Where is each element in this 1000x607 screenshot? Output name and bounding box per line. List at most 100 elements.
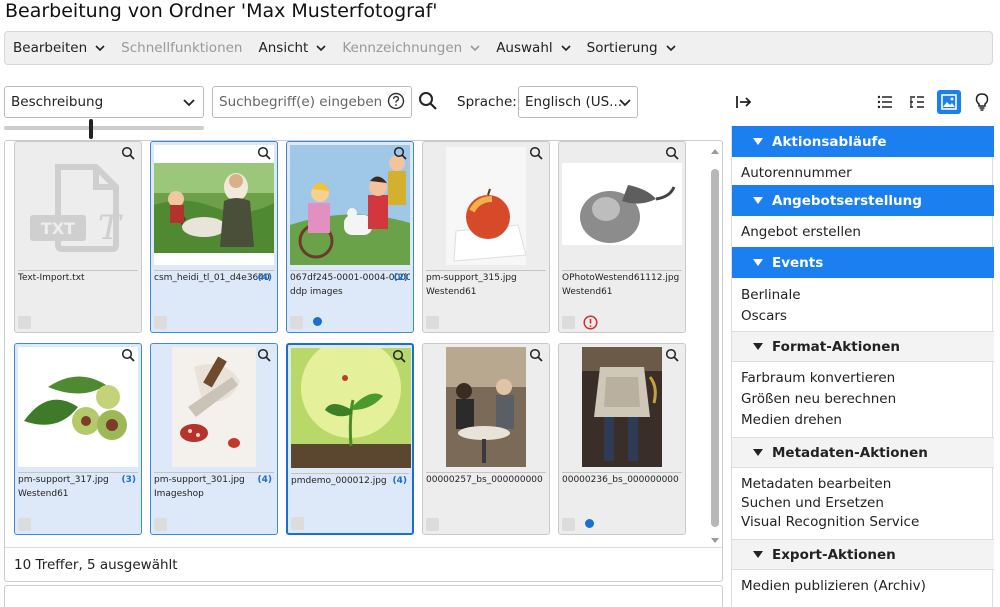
media-tile[interactable]: pm-support_317.jpg (3) Westend61 (14, 343, 142, 535)
action-item[interactable]: Berlinale (741, 287, 801, 303)
select-checkbox[interactable] (18, 518, 31, 531)
action-item[interactable]: Visual Recognition Service (741, 514, 919, 530)
file-name: Text-Import.txt (18, 273, 85, 283)
file-name: OPhotoWestend61112.jpg (562, 273, 680, 283)
scroll-down-icon[interactable] (710, 537, 720, 545)
menu-label: Sortierung (586, 40, 658, 56)
source-label: Westend61 (18, 489, 69, 499)
scroll-up-icon[interactable] (710, 147, 720, 155)
chevron-down-icon (561, 44, 571, 51)
action-item[interactable]: Größen neu berechnen (741, 391, 896, 407)
action-item[interactable]: Medien publizieren (Archiv) (741, 578, 926, 594)
caret-down-icon (753, 449, 763, 456)
action-item[interactable]: Metadaten bearbeiten (741, 476, 891, 492)
thumbnail-image (562, 347, 682, 467)
select-checkbox[interactable] (18, 316, 31, 329)
divider (426, 472, 546, 473)
chevron-down-icon (666, 44, 676, 51)
media-grid: TXT T Text-Import.txt csm_heidi_tl_01_d4e… (4, 140, 723, 582)
zoom-icon[interactable] (257, 348, 271, 362)
language-select[interactable]: Englisch (US... (518, 86, 638, 118)
action-item[interactable]: Angebot erstellen (741, 224, 861, 240)
gallery-view-button[interactable] (937, 90, 961, 114)
gallery-view-icon (941, 94, 957, 110)
file-name: 00000257_bs_000000000 (426, 475, 543, 485)
menu-schnellfunktionen[interactable]: Schnellfunktionen (121, 40, 242, 56)
thumbnail-image (291, 348, 411, 468)
zoom-icon[interactable] (257, 146, 271, 160)
media-tile[interactable]: pm-support_301.jpg (4) Imageshop (150, 343, 278, 535)
select-checkbox[interactable] (562, 316, 575, 329)
zoom-icon[interactable] (393, 146, 407, 160)
select-checkbox[interactable] (291, 517, 304, 530)
action-item[interactable]: Autorennummer (741, 165, 852, 181)
chevron-down-icon (183, 99, 195, 107)
section-header-aktionsablaeufe[interactable]: Aktionsabläufe (732, 126, 994, 157)
divider (291, 473, 409, 474)
media-tile[interactable]: pm-support_315.jpg Westend61 (422, 141, 550, 333)
svg-text:TXT: TXT (41, 219, 75, 238)
action-item[interactable]: Suchen und Ersetzen (741, 495, 884, 511)
export-icon[interactable] (734, 92, 754, 112)
menu-sortierung[interactable]: Sortierung (587, 40, 676, 56)
section-header-format-aktionen[interactable]: Format-Aktionen (732, 331, 994, 362)
zoom-icon[interactable] (665, 146, 679, 160)
section-header-events[interactable]: Events (732, 247, 994, 278)
menu-bearbeiten[interactable]: Bearbeiten (13, 40, 105, 56)
zoom-icon[interactable] (529, 348, 543, 362)
file-name: csm_heidi_tl_01_d4e3640 (154, 273, 270, 283)
search-icon[interactable] (418, 91, 438, 111)
detail-list-icon[interactable] (907, 92, 927, 112)
zoom-icon[interactable] (121, 348, 135, 362)
thumbnail-size-slider[interactable] (4, 126, 204, 130)
menu-auswahl[interactable]: Auswahl (496, 40, 571, 56)
search-input[interactable] (212, 86, 412, 118)
divider (18, 472, 138, 473)
thumbnail-image (426, 145, 546, 265)
media-tile[interactable]: 00000257_bs_000000000 (422, 343, 550, 535)
section-title: Events (772, 254, 824, 271)
select-checkbox[interactable] (290, 316, 303, 329)
zoom-icon[interactable] (392, 349, 406, 363)
thumbnail-image (562, 145, 682, 265)
media-tile[interactable]: TXT T Text-Import.txt (14, 141, 142, 333)
divider (426, 270, 546, 271)
zoom-icon[interactable] (121, 146, 135, 160)
media-tile[interactable]: 00000236_bs_000000000 (558, 343, 686, 535)
media-tile[interactable]: 067df245-0001-0004-0000 (2) ddp images (286, 141, 414, 333)
media-tile[interactable]: OPhotoWestend61112.jpg Westend61 (558, 141, 686, 333)
help-icon[interactable] (387, 92, 405, 110)
section-header-metadaten-aktionen[interactable]: Metadaten-Aktionen (732, 437, 994, 468)
action-item[interactable]: Farbraum konvertieren (741, 370, 895, 386)
media-tile[interactable]: pmdemo_000012.jpg (4) (286, 343, 414, 535)
menu-kennzeichnungen[interactable]: Kennzeichnungen (342, 40, 480, 56)
slider-handle[interactable] (89, 119, 93, 139)
lightbulb-icon[interactable] (972, 92, 992, 112)
caret-down-icon (753, 197, 763, 204)
zoom-icon[interactable] (665, 348, 679, 362)
media-tile[interactable]: csm_heidi_tl_01_d4e3640 (4) (150, 141, 278, 333)
zoom-icon[interactable] (529, 146, 543, 160)
grid-scrollbar[interactable] (708, 145, 722, 545)
section-header-export-aktionen[interactable]: Export-Aktionen (732, 539, 994, 570)
warning-icon (583, 315, 598, 330)
list-view-icon[interactable] (875, 92, 895, 112)
divider (290, 270, 410, 271)
menu-ansicht[interactable]: Ansicht (259, 40, 327, 56)
action-item[interactable]: Oscars (741, 308, 787, 324)
action-item[interactable]: Medien drehen (741, 412, 842, 428)
menubar: Bearbeiten Schnellfunktionen Ansicht Ken… (4, 31, 993, 65)
select-checkbox[interactable] (154, 518, 167, 531)
select-checkbox[interactable] (154, 316, 167, 329)
section-header-angebotserstellung[interactable]: Angebotserstellung (732, 185, 994, 216)
version-count: (3) (121, 475, 137, 485)
scrollbar-thumb[interactable] (711, 169, 719, 527)
section-title: Metadaten-Aktionen (772, 444, 928, 461)
menu-label: Kennzeichnungen (342, 40, 463, 56)
select-checkbox[interactable] (426, 518, 439, 531)
select-checkbox[interactable] (426, 316, 439, 329)
svg-text:T: T (98, 208, 123, 248)
select-checkbox[interactable] (562, 518, 575, 531)
search-field-select[interactable]: Beschreibung (4, 86, 204, 118)
divider (154, 472, 274, 473)
